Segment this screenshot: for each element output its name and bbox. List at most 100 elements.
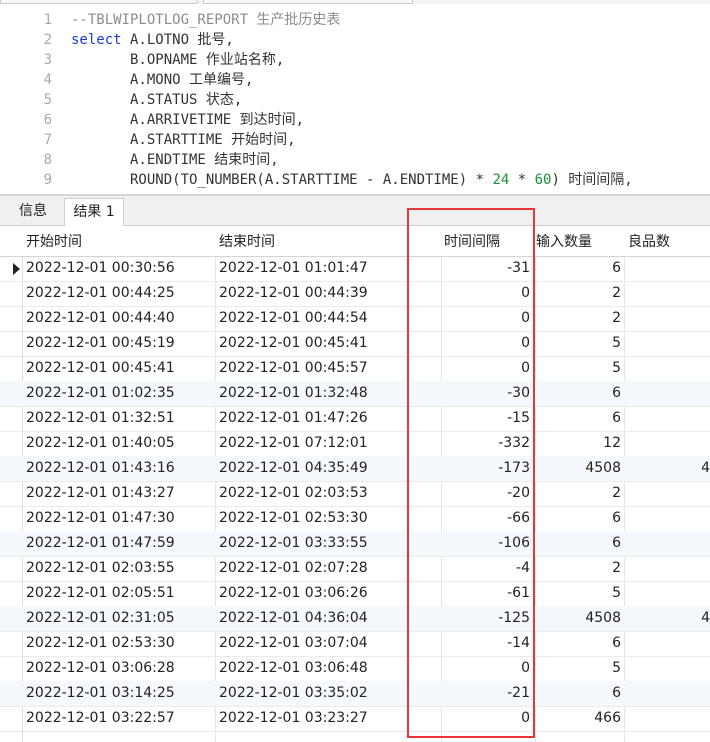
table-row[interactable]: 2022-12-01 00:45:41 2022-12-01 00:45:57 0 5 [0, 356, 710, 382]
table-row[interactable]: 2022-12-01 01:43:27 2022-12-01 02:03:53 -2… [0, 481, 710, 507]
cell-good-qty[interactable] [628, 706, 710, 731]
cell-end-time[interactable]: 2022-12-01 03:33:55 [219, 531, 439, 556]
table-row[interactable]: 2022-12-01 02:05:51 2022-12-01 03:06:26 -6… [0, 581, 710, 607]
cell-input-qty[interactable]: 2 [537, 481, 621, 506]
cell-end-time[interactable]: 2022-12-01 00:45:41 [219, 331, 439, 356]
tab-result-1[interactable]: 结果 1 [64, 198, 124, 226]
cell-interval[interactable]: -15 [444, 406, 530, 431]
table-row[interactable]: 2022-12-01 02:03:55 2022-12-01 02:07:28 -4… [0, 556, 710, 582]
code-line[interactable]: 5 A.STATUS 状态, [0, 90, 710, 110]
cell-end-time[interactable]: 2022-12-01 02:07:28 [219, 556, 439, 581]
cell-end-time[interactable]: 2022-12-01 02:03:53 [219, 481, 439, 506]
code-line[interactable]: 7 A.STARTTIME 开始时间, [0, 130, 710, 150]
cell-end-time[interactable]: 2022-12-01 01:01:47 [219, 256, 439, 281]
cell-input-qty[interactable]: 6 [537, 256, 621, 281]
cell-start-time[interactable]: 2022-12-01 03:06:28 [26, 656, 214, 681]
cell-input-qty[interactable]: 12 [537, 431, 621, 456]
cell-good-qty[interactable] [628, 256, 710, 281]
table-row[interactable]: 2022-12-01 03:14:25 2022-12-01 03:35:02 -2… [0, 681, 710, 707]
cell-interval[interactable]: 0 [444, 706, 530, 731]
code-line[interactable]: 3 B.OPNAME 作业站名称, [0, 50, 710, 70]
code-line[interactable]: 1 --TBLWIPLOTLOG_REPORT 生产批历史表 [0, 10, 710, 30]
cell-interval[interactable]: -21 [444, 681, 530, 706]
code-line[interactable]: 6 A.ARRIVETIME 到达时间, [0, 110, 710, 130]
column-header-interval[interactable]: 时间间隔 [444, 226, 500, 256]
column-header-good-qty[interactable]: 良品数 [628, 226, 670, 256]
table-row[interactable]: 2022-12-01 00:44:40 2022-12-01 00:44:54 0 2 [0, 306, 710, 332]
cell-good-qty[interactable] [628, 356, 710, 381]
cell-input-qty[interactable]: 2 [537, 556, 621, 581]
cell-input-qty[interactable]: 5 [537, 356, 621, 381]
table-row[interactable]: 2022-12-01 01:43:16 2022-12-01 04:35:49 -1… [0, 456, 710, 482]
cell-start-time[interactable]: 2022-12-01 00:44:25 [26, 281, 214, 306]
result-grid[interactable]: 开始时间 结束时间 时间间隔 输入数量 良品数 2022-12-01 00:30… [0, 226, 710, 742]
cell-good-qty[interactable] [628, 331, 710, 356]
cell-good-qty[interactable] [628, 481, 710, 506]
cell-interval[interactable]: 0 [444, 331, 530, 356]
cell-start-time[interactable]: 2022-12-01 02:03:55 [26, 556, 214, 581]
cell-interval[interactable]: -173 [444, 456, 530, 481]
column-header-start-time[interactable]: 开始时间 [26, 226, 82, 256]
cell-good-qty[interactable] [628, 631, 710, 656]
cell-good-qty[interactable] [628, 556, 710, 581]
cell-start-time[interactable]: 2022-12-01 01:47:30 [26, 506, 214, 531]
table-row[interactable]: 2022-12-01 02:53:30 2022-12-01 03:07:04 -1… [0, 631, 710, 657]
cell-interval[interactable]: 0 [444, 656, 530, 681]
cell-good-qty[interactable] [628, 581, 710, 606]
cell-end-time[interactable]: 2022-12-01 00:45:57 [219, 356, 439, 381]
cell-input-qty[interactable]: 4508 [537, 456, 621, 481]
column-header-end-time[interactable]: 结束时间 [219, 226, 275, 256]
cell-input-qty[interactable]: 5 [537, 331, 621, 356]
table-row[interactable]: 2022-12-01 01:40:05 2022-12-01 07:12:01 -3… [0, 431, 710, 457]
cell-good-qty[interactable] [628, 406, 710, 431]
table-row[interactable]: 2022-12-01 01:47:30 2022-12-01 02:53:30 -6… [0, 506, 710, 532]
cell-end-time[interactable]: 2022-12-01 01:47:26 [219, 406, 439, 431]
cell-good-qty[interactable] [628, 506, 710, 531]
table-row[interactable]: 2022-12-01 01:32:51 2022-12-01 01:47:26 -1… [0, 406, 710, 432]
code-line[interactable]: 4 A.MONO 工单编号, [0, 70, 710, 90]
cell-input-qty[interactable]: 6 [537, 406, 621, 431]
cell-good-qty[interactable] [628, 531, 710, 556]
cell-start-time[interactable]: 2022-12-01 01:43:16 [26, 456, 214, 481]
cell-start-time[interactable]: 2022-12-01 02:05:51 [26, 581, 214, 606]
table-row[interactable]: 2022-12-01 00:44:25 2022-12-01 00:44:39 0 2 [0, 281, 710, 307]
cell-input-qty[interactable]: 6 [537, 506, 621, 531]
cell-end-time[interactable]: 2022-12-01 04:35:49 [219, 456, 439, 481]
table-row[interactable]: 2022-12-01 00:30:56 2022-12-01 01:01:47 -3… [0, 256, 710, 282]
cell-start-time[interactable]: 2022-12-01 00:44:40 [26, 306, 214, 331]
cell-input-qty[interactable]: 4508 [537, 606, 621, 631]
cell-start-time[interactable]: 2022-12-01 01:43:27 [26, 481, 214, 506]
cell-end-time[interactable]: 2022-12-01 03:35:02 [219, 681, 439, 706]
table-row[interactable]: 2022-12-01 01:02:35 2022-12-01 01:32:48 -3… [0, 381, 710, 407]
cell-interval[interactable]: -31 [444, 256, 530, 281]
cell-start-time[interactable]: 2022-12-01 00:45:41 [26, 356, 214, 381]
cell-start-time[interactable]: 2022-12-01 00:30:56 [26, 256, 214, 281]
cell-interval[interactable]: 0 [444, 356, 530, 381]
cell-interval[interactable]: -20 [444, 481, 530, 506]
cell-input-qty[interactable]: 5 [537, 581, 621, 606]
code-line[interactable]: 9 ROUND(TO_NUMBER(A.STARTTIME - A.ENDTIM… [0, 170, 710, 190]
cell-interval[interactable]: -66 [444, 506, 530, 531]
cell-start-time[interactable]: 2022-12-01 01:47:59 [26, 531, 214, 556]
cell-interval[interactable]: -14 [444, 631, 530, 656]
cell-interval[interactable]: -332 [444, 431, 530, 456]
cell-interval[interactable]: 0 [444, 281, 530, 306]
cell-input-qty[interactable]: 466 [537, 706, 621, 731]
cell-interval[interactable]: -4 [444, 556, 530, 581]
cell-start-time[interactable]: 2022-12-01 01:32:51 [26, 406, 214, 431]
cell-end-time[interactable]: 2022-12-01 07:12:01 [219, 431, 439, 456]
table-row[interactable]: 2022-12-01 02:31:05 2022-12-01 04:36:04 -1… [0, 606, 710, 632]
cell-input-qty[interactable]: 6 [537, 381, 621, 406]
cell-start-time[interactable]: 2022-12-01 02:53:30 [26, 631, 214, 656]
cell-end-time[interactable]: 2022-12-01 03:06:26 [219, 581, 439, 606]
code-line[interactable]: 2 select A.LOTNO 批号, [0, 30, 710, 50]
cell-good-qty[interactable] [628, 381, 710, 406]
cell-end-time[interactable]: 2022-12-01 00:44:39 [219, 281, 439, 306]
column-header-input-qty[interactable]: 输入数量 [536, 226, 592, 256]
cell-input-qty[interactable]: 2 [537, 306, 621, 331]
cell-start-time[interactable]: 2022-12-01 02:31:05 [26, 606, 214, 631]
cell-end-time[interactable]: 2022-12-01 02:53:30 [219, 506, 439, 531]
cell-interval[interactable]: -30 [444, 381, 530, 406]
cell-end-time[interactable]: 2022-12-01 04:36:04 [219, 606, 439, 631]
tab-info[interactable]: 信息 [8, 198, 58, 224]
